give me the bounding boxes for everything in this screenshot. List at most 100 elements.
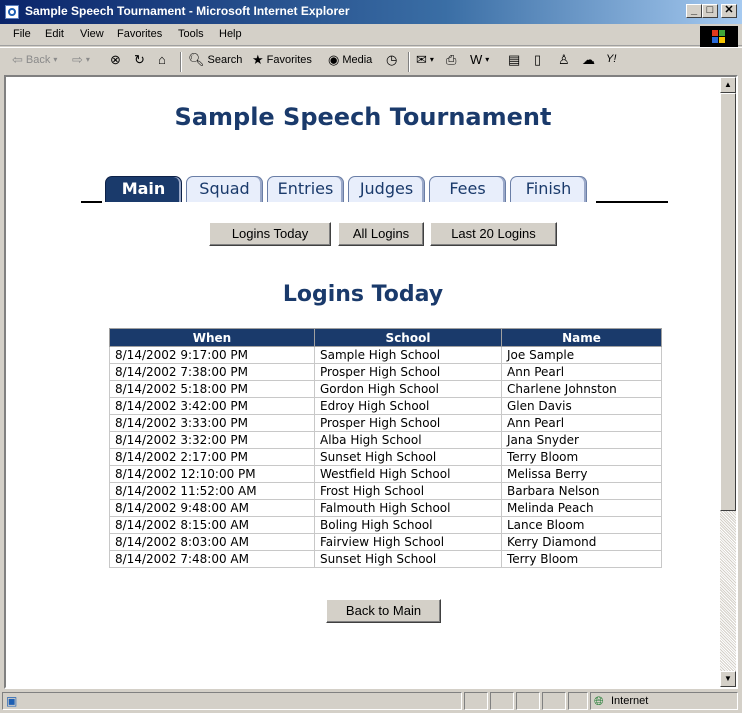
menu-bar: File Edit View Favorites Tools Help (0, 24, 742, 46)
search-label: Search (207, 53, 243, 66)
tab-main[interactable]: Main (105, 176, 182, 202)
all-logins-button[interactable]: All Logins (338, 222, 424, 246)
page-title: Sample Speech Tournament (174, 103, 552, 131)
menu-tools[interactable]: Tools (178, 28, 204, 40)
maximize-button[interactable]: □ (702, 4, 718, 18)
discuss-icon: ▤ (508, 52, 521, 67)
table-row: 8/14/2002 9:48:00 AM Falmouth High School… (109, 499, 662, 517)
school-name-cell: Falmouth High School (314, 499, 502, 517)
refresh-button[interactable]: ↻ (134, 53, 145, 66)
scroll-down-button[interactable]: ▼ (720, 671, 736, 687)
tab-judges[interactable]: Judges (348, 176, 425, 202)
page-icon: ▣ (6, 694, 18, 708)
minimize-button[interactable]: _ (686, 4, 702, 18)
scroll-thumb[interactable] (720, 93, 736, 511)
mail-button[interactable]: ✉ ▾ (416, 53, 434, 66)
status-panel (490, 692, 514, 710)
school-name-cell: Sample High School (314, 346, 502, 364)
stop-button[interactable]: ⊗ (110, 53, 121, 66)
table-row: 8/14/2002 12:10:00 PM Westfield High Scho… (109, 465, 662, 483)
research-button[interactable]: ▯ (534, 53, 541, 66)
status-zone-panel: 🌐︎ Internet (590, 692, 738, 710)
edit-button[interactable]: W ▾ (470, 53, 489, 66)
tab-underline-right (596, 201, 668, 203)
table-row: 8/14/2002 3:32:00 PM Alba High School Jana… (109, 431, 662, 449)
history-button[interactable]: ◷ (386, 53, 397, 66)
vertical-scrollbar[interactable]: ▲ ▼ (720, 77, 736, 687)
menu-file[interactable]: File (13, 28, 31, 40)
search-icon: 🔍︎ (188, 52, 205, 67)
logins-today-button[interactable]: Logins Today (209, 222, 331, 246)
table-body: 8/14/2002 9:17:00 PM Sample High School Jo… (109, 346, 662, 568)
login-time-cell: 8/14/2002 2:17:00 PM (109, 448, 315, 466)
table-row: 8/14/2002 8:15:00 AM Boling High School La… (109, 516, 662, 534)
tab-underline-left (81, 201, 102, 203)
person-name-cell: Glen Davis (501, 397, 662, 415)
search-button[interactable]: 🔍︎ Search (188, 53, 242, 66)
tab-fees[interactable]: Fees (429, 176, 506, 202)
person-name-cell: Ann Pearl (501, 363, 662, 381)
home-button[interactable]: ⌂ (158, 53, 166, 66)
dropdown-arrow-icon: ▾ (53, 55, 58, 64)
refresh-icon: ↻ (134, 52, 145, 67)
school-name-cell: Sunset High School (314, 550, 502, 568)
scroll-up-button[interactable]: ▲ (720, 77, 736, 93)
dropdown-arrow-icon: ▾ (429, 55, 434, 64)
person-name-cell: Terry Bloom (501, 448, 662, 466)
school-name-cell: Sunset High School (314, 448, 502, 466)
forward-button[interactable]: ⇨ ▾ (72, 53, 90, 66)
school-name-cell: Westfield High School (314, 465, 502, 483)
school-name-cell: Edroy High School (314, 397, 502, 415)
login-time-cell: 8/14/2002 8:15:00 AM (109, 516, 315, 534)
status-bar: ▣ 🌐︎ Internet (0, 689, 742, 713)
logins-table: When School Name 8/14/2002 9:17:00 PM Sam… (109, 328, 662, 568)
table-row: 8/14/2002 3:33:00 PM Prosper High School A… (109, 414, 662, 432)
globe-icon: 🌐︎ (594, 694, 604, 708)
mail-icon: ✉ (416, 52, 427, 67)
discuss-button[interactable]: ▤ (508, 53, 520, 66)
menu-help[interactable]: Help (219, 28, 242, 40)
status-panel (516, 692, 540, 710)
school-name-cell: Gordon High School (314, 380, 502, 398)
tab-entries[interactable]: Entries (267, 176, 344, 202)
back-button[interactable]: ⇦ Back ▾ (12, 53, 57, 66)
toolbar-separator (408, 52, 410, 72)
yahoo-button[interactable]: Y! (606, 53, 616, 66)
print-icon: ⎙ (446, 52, 457, 67)
page-content: Sample Speech Tournament Main Squad Entr… (6, 77, 720, 687)
menu-favorites[interactable]: Favorites (117, 28, 162, 40)
chat-button[interactable]: ☁ (582, 53, 595, 66)
column-header-when: When (109, 328, 315, 347)
status-main-panel: ▣ (2, 692, 462, 710)
menu-view[interactable]: View (80, 28, 104, 40)
close-button[interactable]: ✕ (721, 4, 737, 18)
toolbar-separator (180, 52, 182, 72)
table-row: 8/14/2002 5:18:00 PM Gordon High School Ch… (109, 380, 662, 398)
media-label: Media (342, 53, 373, 66)
school-name-cell: Prosper High School (314, 414, 502, 432)
last-20-logins-button[interactable]: Last 20 Logins (430, 222, 557, 246)
favorites-button[interactable]: ★ Favorites (252, 53, 312, 66)
stop-icon: ⊗ (110, 52, 121, 67)
login-time-cell: 8/14/2002 3:33:00 PM (109, 414, 315, 432)
tab-finish[interactable]: Finish (510, 176, 587, 202)
table-row: 8/14/2002 11:52:00 AM Frost High School Ba… (109, 482, 662, 500)
person-name-cell: Joe Sample (501, 346, 662, 364)
school-name-cell: Frost High School (314, 482, 502, 500)
tab-squad[interactable]: Squad (186, 176, 263, 202)
window-titlebar[interactable]: Sample Speech Tournament - Microsoft Int… (0, 0, 742, 24)
messenger-button[interactable]: ♙ (558, 53, 570, 66)
person-name-cell: Kerry Diamond (501, 533, 662, 551)
scroll-track[interactable] (720, 511, 736, 671)
person-name-cell: Melinda Peach (501, 499, 662, 517)
person-name-cell: Charlene Johnston (501, 380, 662, 398)
school-name-cell: Prosper High School (314, 363, 502, 381)
menu-edit[interactable]: Edit (45, 28, 64, 40)
login-time-cell: 8/14/2002 5:18:00 PM (109, 380, 315, 398)
print-button[interactable]: ⎙ (446, 53, 456, 66)
school-name-cell: Boling High School (314, 516, 502, 534)
back-to-main-button[interactable]: Back to Main (326, 599, 441, 623)
research-icon: ▯ (534, 52, 542, 67)
media-button[interactable]: ◉ Media (328, 53, 372, 66)
login-time-cell: 8/14/2002 3:42:00 PM (109, 397, 315, 415)
